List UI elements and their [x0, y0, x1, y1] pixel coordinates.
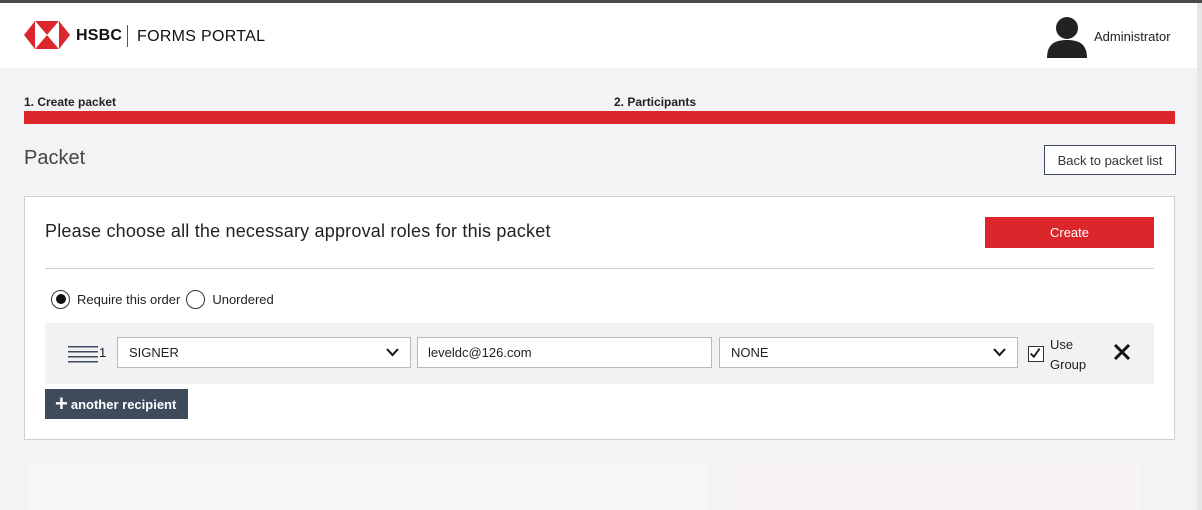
recipient-row: 1 SIGNER NONE Use Group	[45, 323, 1154, 384]
close-icon[interactable]	[1113, 343, 1131, 361]
radio-require-order[interactable]	[51, 289, 70, 309]
group-select-value: NONE	[731, 345, 769, 360]
hsbc-logo-icon	[24, 21, 70, 49]
card-title: Please choose all the necessary approval…	[45, 221, 551, 241]
approval-roles-card: Please choose all the necessary approval…	[24, 196, 1175, 440]
brand-divider	[127, 25, 128, 47]
plus-icon: +	[55, 391, 68, 416]
page-title: Packet	[24, 147, 86, 169]
portal-name: FORMS PORTAL	[137, 28, 266, 45]
back-to-packet-list-button[interactable]: Back to packet list	[1044, 145, 1176, 175]
brand-name: HSBC	[76, 27, 123, 44]
divider	[45, 268, 1154, 269]
ordering-options: Require this order Unordered	[51, 289, 280, 309]
radio-require-order-label[interactable]: Require this order	[77, 292, 180, 307]
user-name[interactable]: Administrator	[1094, 29, 1171, 44]
faded-panel-right	[736, 464, 1140, 510]
step-create-packet[interactable]: 1. Create packet	[24, 95, 116, 109]
use-group-label[interactable]: Use Group	[1050, 335, 1090, 375]
role-select[interactable]: SIGNER	[117, 337, 411, 368]
recipient-number: 1	[99, 345, 107, 360]
scrollbar[interactable]	[1197, 3, 1202, 510]
faded-panel-left	[30, 464, 706, 510]
email-field[interactable]	[417, 337, 712, 368]
add-recipient-label: another recipient	[70, 396, 177, 412]
group-select[interactable]: NONE	[719, 337, 1018, 368]
add-recipient-button[interactable]: + another recipient	[45, 389, 188, 419]
role-select-value: SIGNER	[129, 345, 179, 360]
user-avatar-icon[interactable]	[1046, 16, 1088, 58]
app-header: HSBC FORMS PORTAL Administrator	[0, 3, 1202, 68]
chevron-down-icon	[386, 348, 399, 357]
create-button[interactable]: Create	[985, 217, 1154, 248]
use-group-checkbox[interactable]	[1028, 346, 1044, 362]
radio-selected-dot	[55, 294, 66, 304]
radio-unordered[interactable]	[186, 289, 206, 309]
checkmark-icon	[1029, 348, 1041, 359]
step-participants[interactable]: 2. Participants	[614, 95, 696, 109]
chevron-down-icon	[993, 348, 1006, 357]
radio-unordered-label[interactable]: Unordered	[212, 292, 273, 307]
drag-handle-icon[interactable]	[68, 344, 100, 364]
progress-bar	[24, 111, 1175, 124]
